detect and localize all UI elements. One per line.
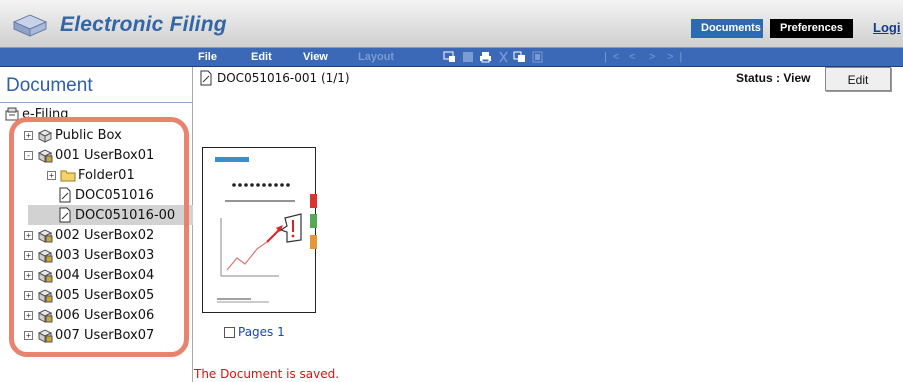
app-title: Electronic Filing xyxy=(60,13,227,36)
highlight-annotation xyxy=(9,117,189,357)
menu-layout[interactable]: Layout xyxy=(358,51,394,63)
thumbnail-caption: Pages 1 xyxy=(224,325,285,339)
divider xyxy=(0,102,193,103)
edit-button[interactable]: Edit xyxy=(825,67,891,91)
first-page-button[interactable]: |< xyxy=(604,51,625,63)
last-page-button[interactable]: >| xyxy=(667,51,688,63)
app-header: Electronic Filing Documents Preferences … xyxy=(0,0,903,48)
document-name: DOC051016-001 xyxy=(217,71,318,85)
prev-page-button[interactable]: < xyxy=(629,51,641,63)
paste-icon[interactable] xyxy=(531,51,544,63)
toolbar: File Edit View Layout |< < > >| xyxy=(0,48,903,67)
tab-documents[interactable]: Documents xyxy=(691,19,763,38)
page-thumbnail[interactable] xyxy=(202,147,320,313)
box-logo-icon xyxy=(12,14,48,37)
logout-link[interactable]: Logi xyxy=(873,20,903,35)
pane-title: Document xyxy=(6,75,93,96)
save-icon[interactable] xyxy=(462,51,475,63)
menu-view[interactable]: View xyxy=(303,51,328,63)
page-select-checkbox[interactable] xyxy=(224,326,235,338)
print-icon[interactable] xyxy=(479,51,492,63)
document-title-bar: DOC051016-001 (1/1) xyxy=(198,70,350,86)
thumbnail-image xyxy=(215,157,320,303)
document-tree-pane: Document e-Filing + Public Box -001 UserBo… xyxy=(0,67,193,382)
copy-icon[interactable] xyxy=(513,51,526,63)
status-label: Status : View xyxy=(736,71,811,85)
status-message: The Document is saved. xyxy=(194,367,340,381)
cut-icon[interactable] xyxy=(497,51,510,63)
pages-link[interactable]: Pages 1 xyxy=(238,325,285,339)
next-page-button[interactable]: > xyxy=(649,51,661,63)
menu-file[interactable]: File xyxy=(198,51,217,63)
document-icon xyxy=(198,70,214,86)
menu-edit[interactable]: Edit xyxy=(251,51,272,63)
app-logo: Electronic Filing xyxy=(10,13,227,37)
page-count: (1/1) xyxy=(320,71,350,85)
properties-icon[interactable] xyxy=(443,51,456,63)
document-view: DOC051016-001 (1/1) Status : View Edit P… xyxy=(194,67,903,382)
tab-preferences[interactable]: Preferences xyxy=(770,19,853,38)
